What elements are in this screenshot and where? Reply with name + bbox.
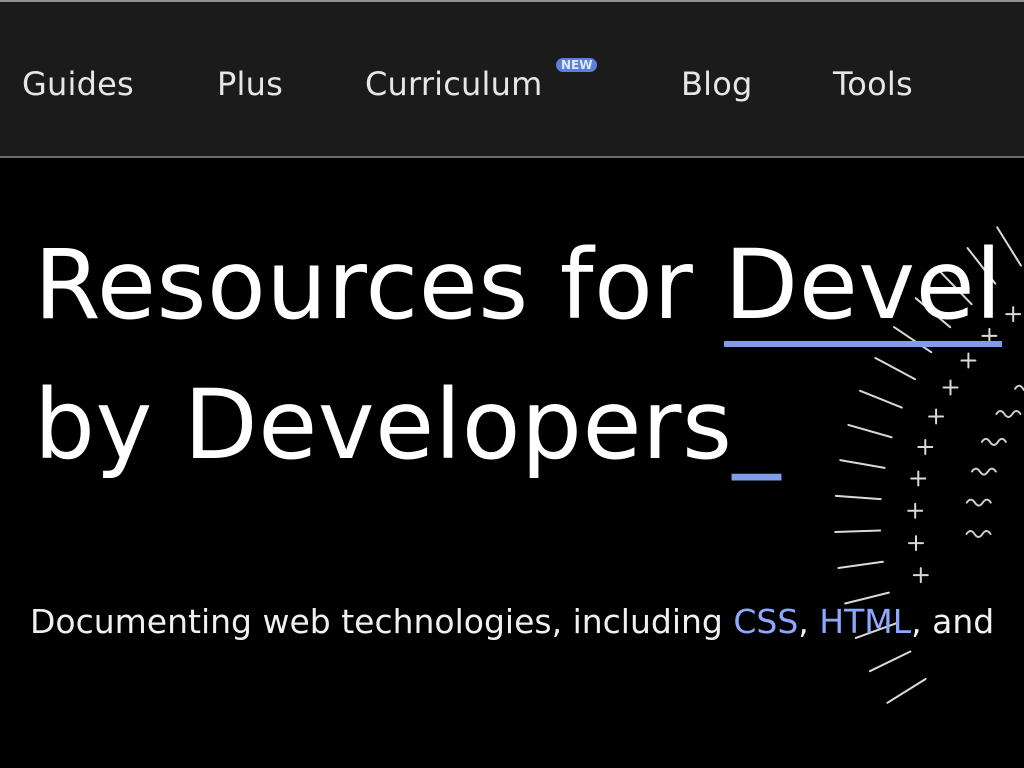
hero-title-line-2-text: by Developers [34, 369, 733, 481]
hero-title-line-2: by Developers_ [34, 370, 781, 480]
decor-plus-mark [908, 535, 924, 552]
decor-plus-mark [907, 502, 924, 519]
decor-plus-mark [1005, 306, 1022, 323]
nav-item-curriculum[interactable]: Curriculum [365, 62, 542, 106]
decor-plus-mark [942, 379, 959, 396]
hero-subtitle-separator-2: , [911, 602, 933, 641]
nav-item-tools[interactable]: Tools [833, 62, 913, 106]
decor-dash [886, 678, 927, 704]
decor-plus-mark [912, 567, 929, 584]
decor-dash [837, 560, 884, 569]
decor-dash [839, 459, 886, 469]
decor-squiggle [970, 467, 997, 476]
css-link[interactable]: CSS [733, 602, 798, 641]
hero-title-line-1: Resources for Devel [34, 229, 1003, 347]
decor-squiggle [995, 410, 1022, 418]
nav-item-plus[interactable]: Plus [217, 62, 283, 106]
decor-dash [834, 529, 882, 533]
hero-title-prefix: Resources for [34, 229, 725, 341]
hero-title-highlight: Devel [724, 229, 1003, 347]
hero-subtitle-separator-1: , [798, 602, 820, 641]
nav-item-guides[interactable]: Guides [22, 62, 134, 106]
nav-item-blog[interactable]: Blog [681, 62, 753, 106]
hero-title-cursor: _ [732, 369, 782, 481]
decor-squiggle [980, 437, 1007, 446]
decor-plus-mark [928, 408, 945, 425]
decor-dash [834, 494, 882, 501]
decor-plus-mark [917, 439, 934, 455]
decor-squiggle [965, 498, 992, 507]
page: Guides Plus Curriculum NEW Blog Tools Re… [0, 0, 1024, 768]
decor-dash [847, 423, 893, 439]
hero-subtitle-prefix: Documenting web technologies, including [30, 602, 734, 641]
decor-plus-mark [960, 352, 977, 369]
hero-subtitle: Documenting web technologies, including … [30, 600, 994, 644]
decor-dash [874, 357, 917, 381]
decor-dash [868, 650, 912, 673]
top-nav-bar: Guides Plus Curriculum NEW Blog Tools [0, 0, 1024, 158]
decor-plus-mark [910, 470, 927, 487]
decor-squiggle [965, 530, 992, 538]
decor-dash [859, 389, 903, 409]
new-badge: NEW [556, 58, 598, 72]
decor-squiggle [1014, 384, 1024, 392]
hero-subtitle-suffix: and [932, 602, 995, 641]
html-link[interactable]: HTML [819, 602, 911, 641]
